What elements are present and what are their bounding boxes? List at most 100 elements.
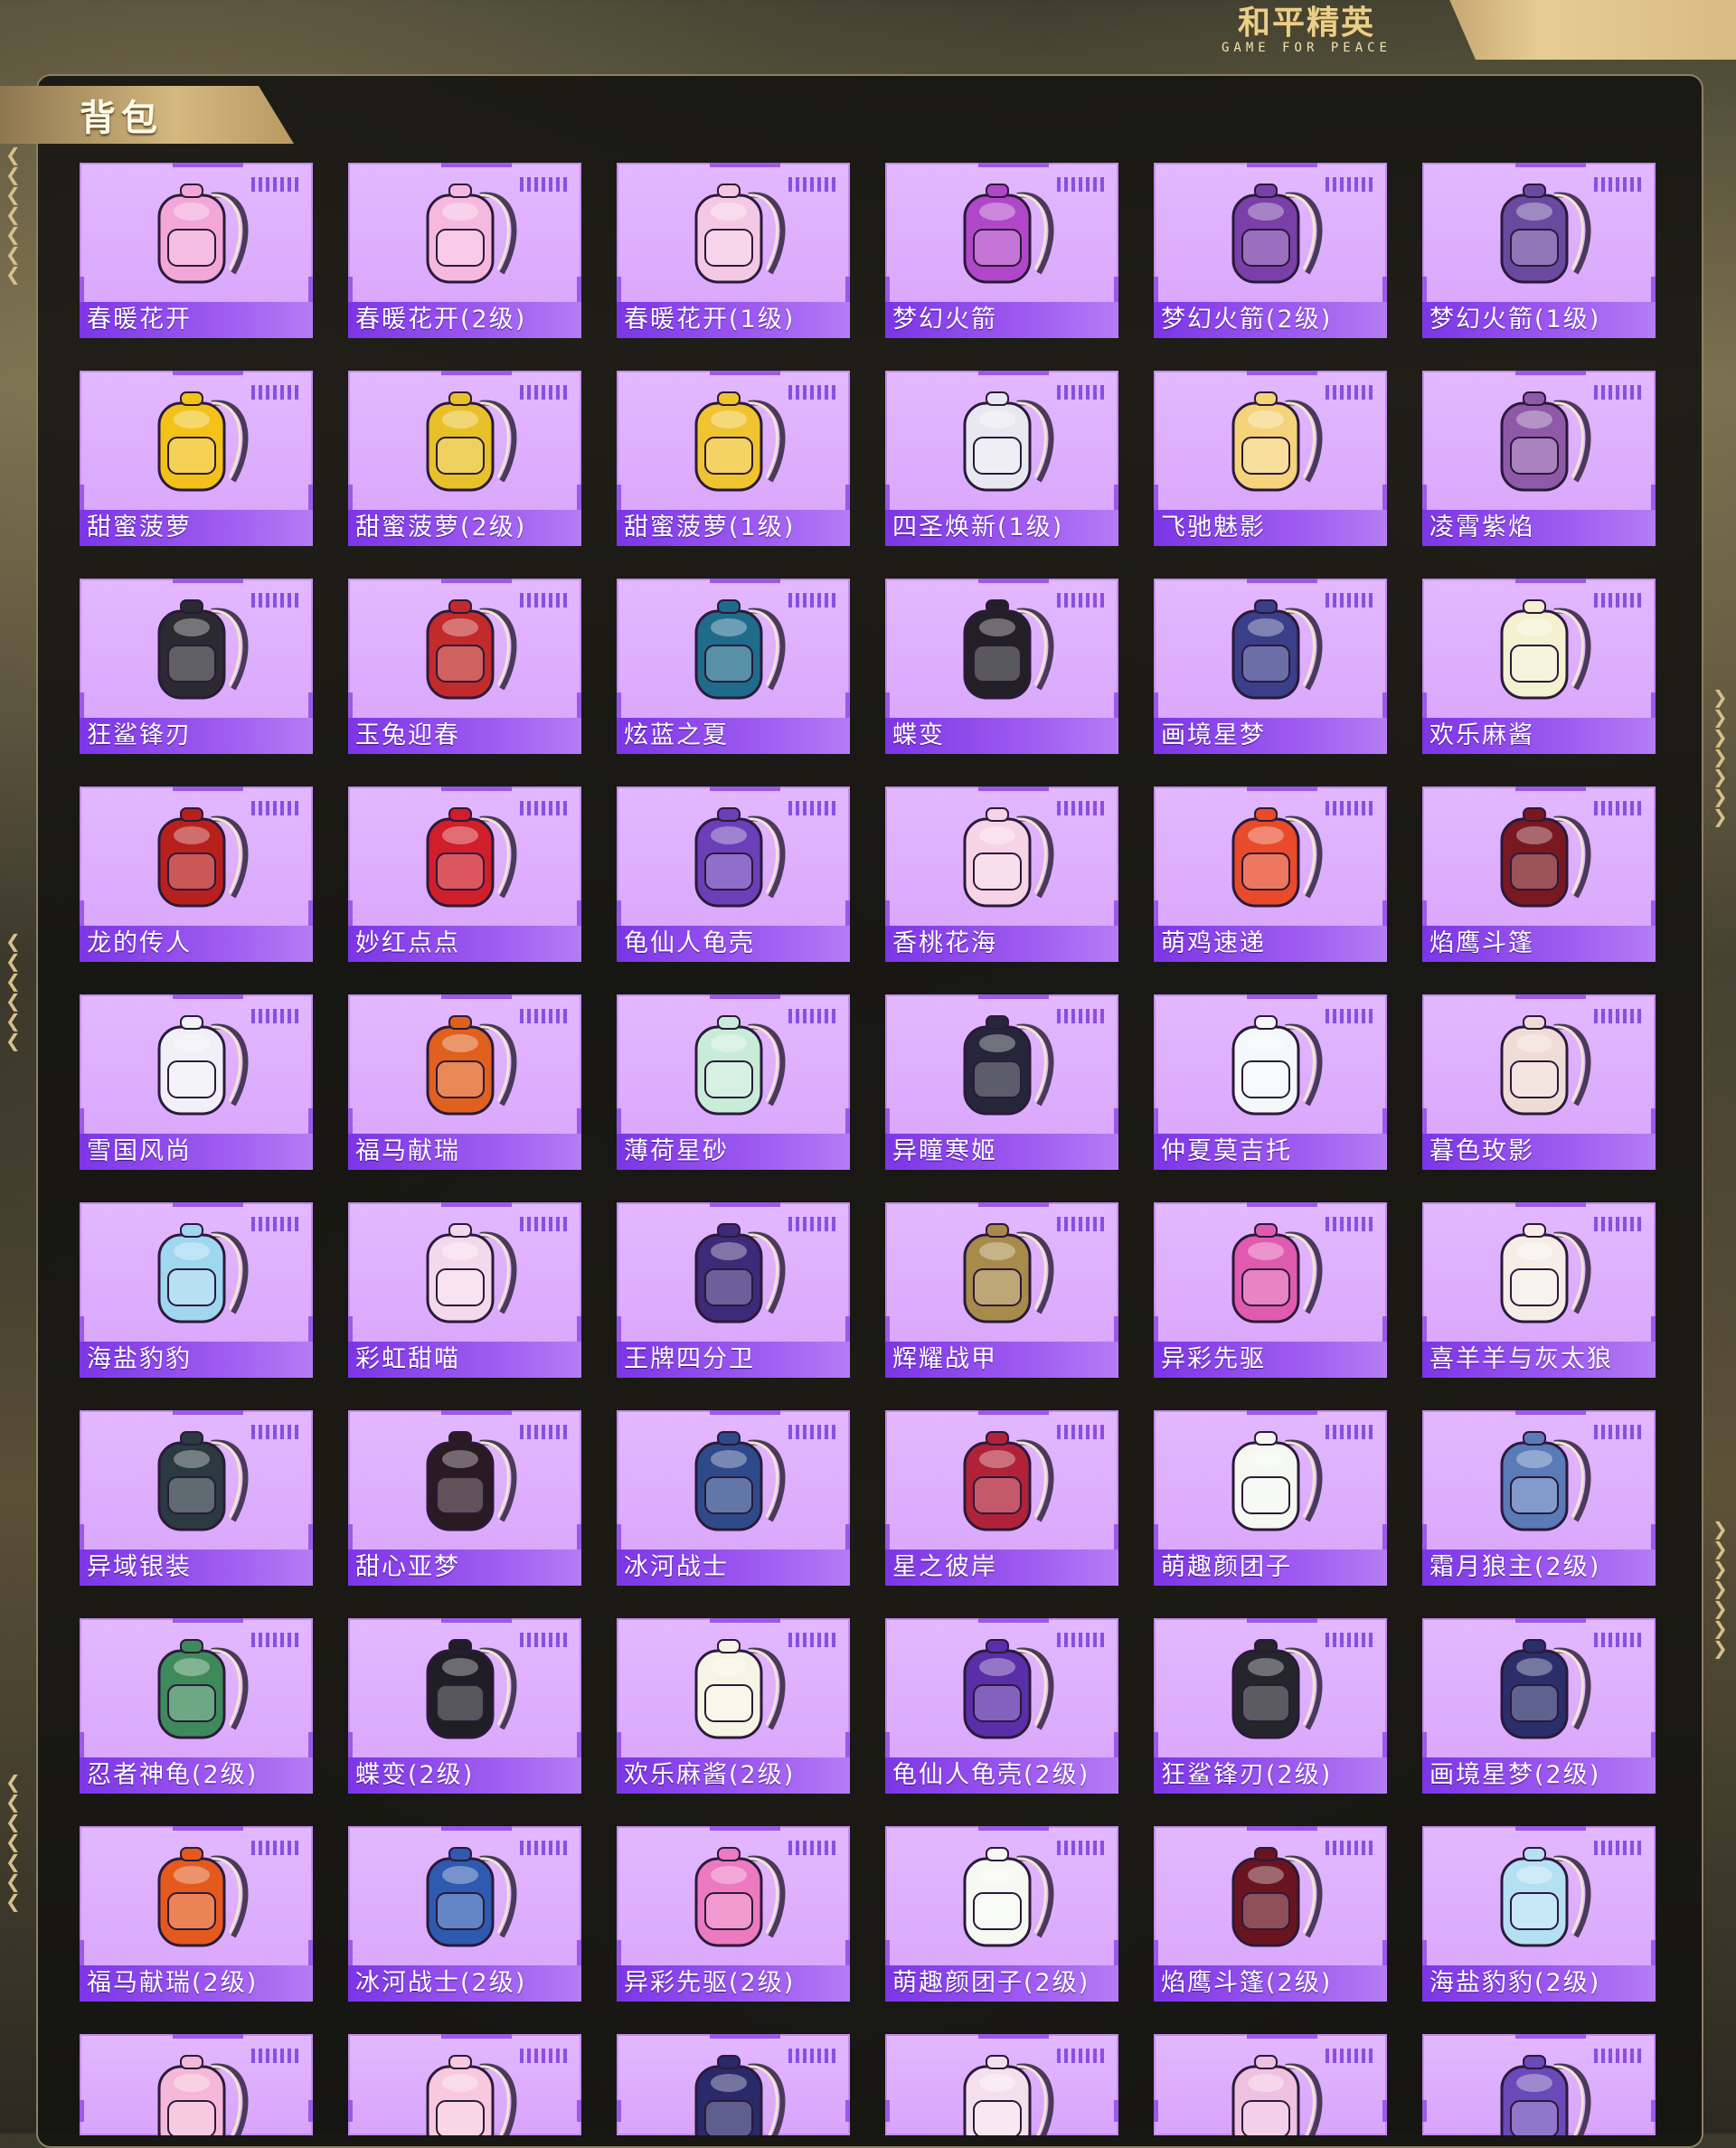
- backpack-item-tile[interactable]: [1422, 2034, 1656, 2135]
- backpack-item-tile[interactable]: 甜蜜菠萝(1级): [617, 371, 850, 546]
- tile-top-accent: [978, 371, 1049, 375]
- tile-top-accent: [1247, 371, 1317, 375]
- backpack-icon: [1231, 599, 1323, 700]
- backpack-icon: [1231, 807, 1323, 908]
- backpack-item-tile[interactable]: 萌趣颜团子: [1154, 1410, 1387, 1586]
- tile-top-accent: [978, 163, 1049, 167]
- backpack-item-tile[interactable]: 梦幻火箭: [885, 163, 1118, 338]
- item-name-label: 龙的传人: [80, 926, 313, 962]
- backpack-item-tile[interactable]: [885, 2034, 1118, 2135]
- backpack-item-tile[interactable]: 焰鹰斗篷(2级): [1154, 1826, 1387, 2002]
- backpack-item-tile[interactable]: 海盐豹豹(2级): [1422, 1826, 1656, 2002]
- item-grid: 春暖花开 春暖花开(2级) 春暖花开(1级) 梦幻火箭 梦幻火箭(2级) 梦幻火箭(1级)…: [80, 163, 1656, 2135]
- backpack-item-tile[interactable]: 妙红点点: [348, 787, 581, 962]
- backpack-item-tile[interactable]: [80, 2034, 313, 2135]
- backpack-item-tile[interactable]: 甜蜜菠萝: [80, 371, 313, 546]
- item-name-label: 玉兔迎春: [348, 718, 581, 754]
- backpack-item-tile[interactable]: 春暖花开(1级): [617, 163, 850, 338]
- backpack-item-tile[interactable]: 蝶变(2级): [348, 1618, 581, 1794]
- backpack-item-tile[interactable]: 龙的传人: [80, 787, 313, 962]
- tile-top-accent: [710, 994, 780, 999]
- backpack-icon: [1231, 1847, 1323, 1947]
- backpack-item-tile[interactable]: 春暖花开(2级): [348, 163, 581, 338]
- backpack-item-tile[interactable]: 冰河战士: [617, 1410, 850, 1586]
- backpack-item-tile[interactable]: 焰鹰斗篷: [1422, 787, 1656, 962]
- backpack-item-tile[interactable]: [617, 2034, 850, 2135]
- backpack-item-tile[interactable]: 欢乐麻酱(2级): [617, 1618, 850, 1794]
- backpack-item-tile[interactable]: 异彩先驱(2级): [617, 1826, 850, 2002]
- item-name-label: 蝶变(2级): [348, 1757, 581, 1794]
- backpack-item-tile[interactable]: 梦幻火箭(2级): [1154, 163, 1387, 338]
- backpack-item-tile[interactable]: 仲夏莫吉托: [1154, 994, 1387, 1170]
- backpack-item-tile[interactable]: 画境星梦(2级): [1422, 1618, 1656, 1794]
- backpack-item-tile[interactable]: 画境星梦: [1154, 579, 1387, 754]
- backpack-item-tile[interactable]: 霜月狼主(2级): [1422, 1410, 1656, 1586]
- backpack-item-tile[interactable]: 雪国风尚: [80, 994, 313, 1170]
- backpack-item-tile[interactable]: 春暖花开: [80, 163, 313, 338]
- backpack-icon: [1500, 1431, 1591, 1531]
- backpack-item-tile[interactable]: 忍者神龟(2级): [80, 1618, 313, 1794]
- backpack-icon: [1500, 184, 1591, 284]
- item-name-label: 冰河战士: [617, 1550, 850, 1586]
- tile-top-accent: [441, 371, 512, 375]
- backpack-icon: [157, 599, 249, 700]
- backpack-item-tile[interactable]: 欢乐麻酱: [1422, 579, 1656, 754]
- backpack-item-tile[interactable]: 海盐豹豹: [80, 1202, 313, 1378]
- backpack-icon: [157, 1847, 249, 1947]
- backpack-item-tile[interactable]: 异瞳寒姬: [885, 994, 1118, 1170]
- backpack-item-tile[interactable]: 龟仙人龟壳: [617, 787, 850, 962]
- backpack-item-tile[interactable]: 甜心亚梦: [348, 1410, 581, 1586]
- backpack-item-tile[interactable]: 龟仙人龟壳(2级): [885, 1618, 1118, 1794]
- backpack-icon: [963, 391, 1054, 492]
- tile-top-accent: [441, 163, 512, 167]
- backpack-item-tile[interactable]: 福马献瑞(2级): [80, 1826, 313, 2002]
- backpack-item-tile[interactable]: 星之彼岸: [885, 1410, 1118, 1586]
- backpack-item-tile[interactable]: 王牌四分卫: [617, 1202, 850, 1378]
- backpack-item-tile[interactable]: 喜羊羊与灰太狼: [1422, 1202, 1656, 1378]
- tile-top-accent: [441, 1826, 512, 1831]
- backpack-item-tile[interactable]: 薄荷星砂: [617, 994, 850, 1170]
- backpack-item-tile[interactable]: 飞驰魅影: [1154, 371, 1387, 546]
- item-name-label: 飞驰魅影: [1154, 510, 1387, 546]
- backpack-item-tile[interactable]: 甜蜜菠萝(2级): [348, 371, 581, 546]
- backpack-item-tile[interactable]: 玉兔迎春: [348, 579, 581, 754]
- backpack-item-tile[interactable]: 异域银装: [80, 1410, 313, 1586]
- backpack-item-tile[interactable]: 凌霄紫焰: [1422, 371, 1656, 546]
- tile-top-accent: [173, 1202, 243, 1207]
- backpack-icon: [694, 1639, 786, 1739]
- tile-side-accent: [1382, 2099, 1387, 2123]
- tile-top-accent: [978, 1618, 1049, 1623]
- backpack-item-tile[interactable]: 萌趣颜团子(2级): [885, 1826, 1118, 2002]
- tile-top-accent: [173, 371, 243, 375]
- tile-top-accent: [1247, 994, 1317, 999]
- item-name-label: 霜月狼主(2级): [1422, 1550, 1656, 1586]
- backpack-icon: [426, 599, 517, 700]
- backpack-item-tile[interactable]: 香桃花海: [885, 787, 1118, 962]
- backpack-item-tile[interactable]: 炫蓝之夏: [617, 579, 850, 754]
- item-name-label: 妙红点点: [348, 926, 581, 962]
- backpack-item-tile[interactable]: 异彩先驱: [1154, 1202, 1387, 1378]
- backpack-item-tile[interactable]: 四圣焕新(1级): [885, 371, 1118, 546]
- backpack-item-tile[interactable]: 梦幻火箭(1级): [1422, 163, 1656, 338]
- backpack-item-tile[interactable]: 辉耀战甲: [885, 1202, 1118, 1378]
- item-name-label: 炫蓝之夏: [617, 718, 850, 754]
- item-name-label: 春暖花开: [80, 302, 313, 338]
- backpack-item-tile[interactable]: 狂鲨锋刃: [80, 579, 313, 754]
- backpack-icon: [1500, 807, 1591, 908]
- backpack-item-tile[interactable]: 福马献瑞: [348, 994, 581, 1170]
- backpack-icon: [1500, 1223, 1591, 1324]
- backpack-item-tile[interactable]: 蝶变: [885, 579, 1118, 754]
- backpack-item-tile[interactable]: 暮色玫影: [1422, 994, 1656, 1170]
- tile-top-accent: [441, 994, 512, 999]
- backpack-icon: [1231, 1223, 1323, 1324]
- backpack-item-tile[interactable]: 彩虹甜喵: [348, 1202, 581, 1378]
- backpack-icon: [1500, 2055, 1591, 2135]
- backpack-icon: [694, 2055, 786, 2135]
- backpack-item-tile[interactable]: 萌鸡速递: [1154, 787, 1387, 962]
- tile-side-accent: [1114, 2099, 1118, 2123]
- backpack-item-tile[interactable]: 冰河战士(2级): [348, 1826, 581, 2002]
- item-name-label: 梦幻火箭(1级): [1422, 302, 1656, 338]
- backpack-item-tile[interactable]: [348, 2034, 581, 2135]
- backpack-item-tile[interactable]: [1154, 2034, 1387, 2135]
- backpack-item-tile[interactable]: 狂鲨锋刃(2级): [1154, 1618, 1387, 1794]
